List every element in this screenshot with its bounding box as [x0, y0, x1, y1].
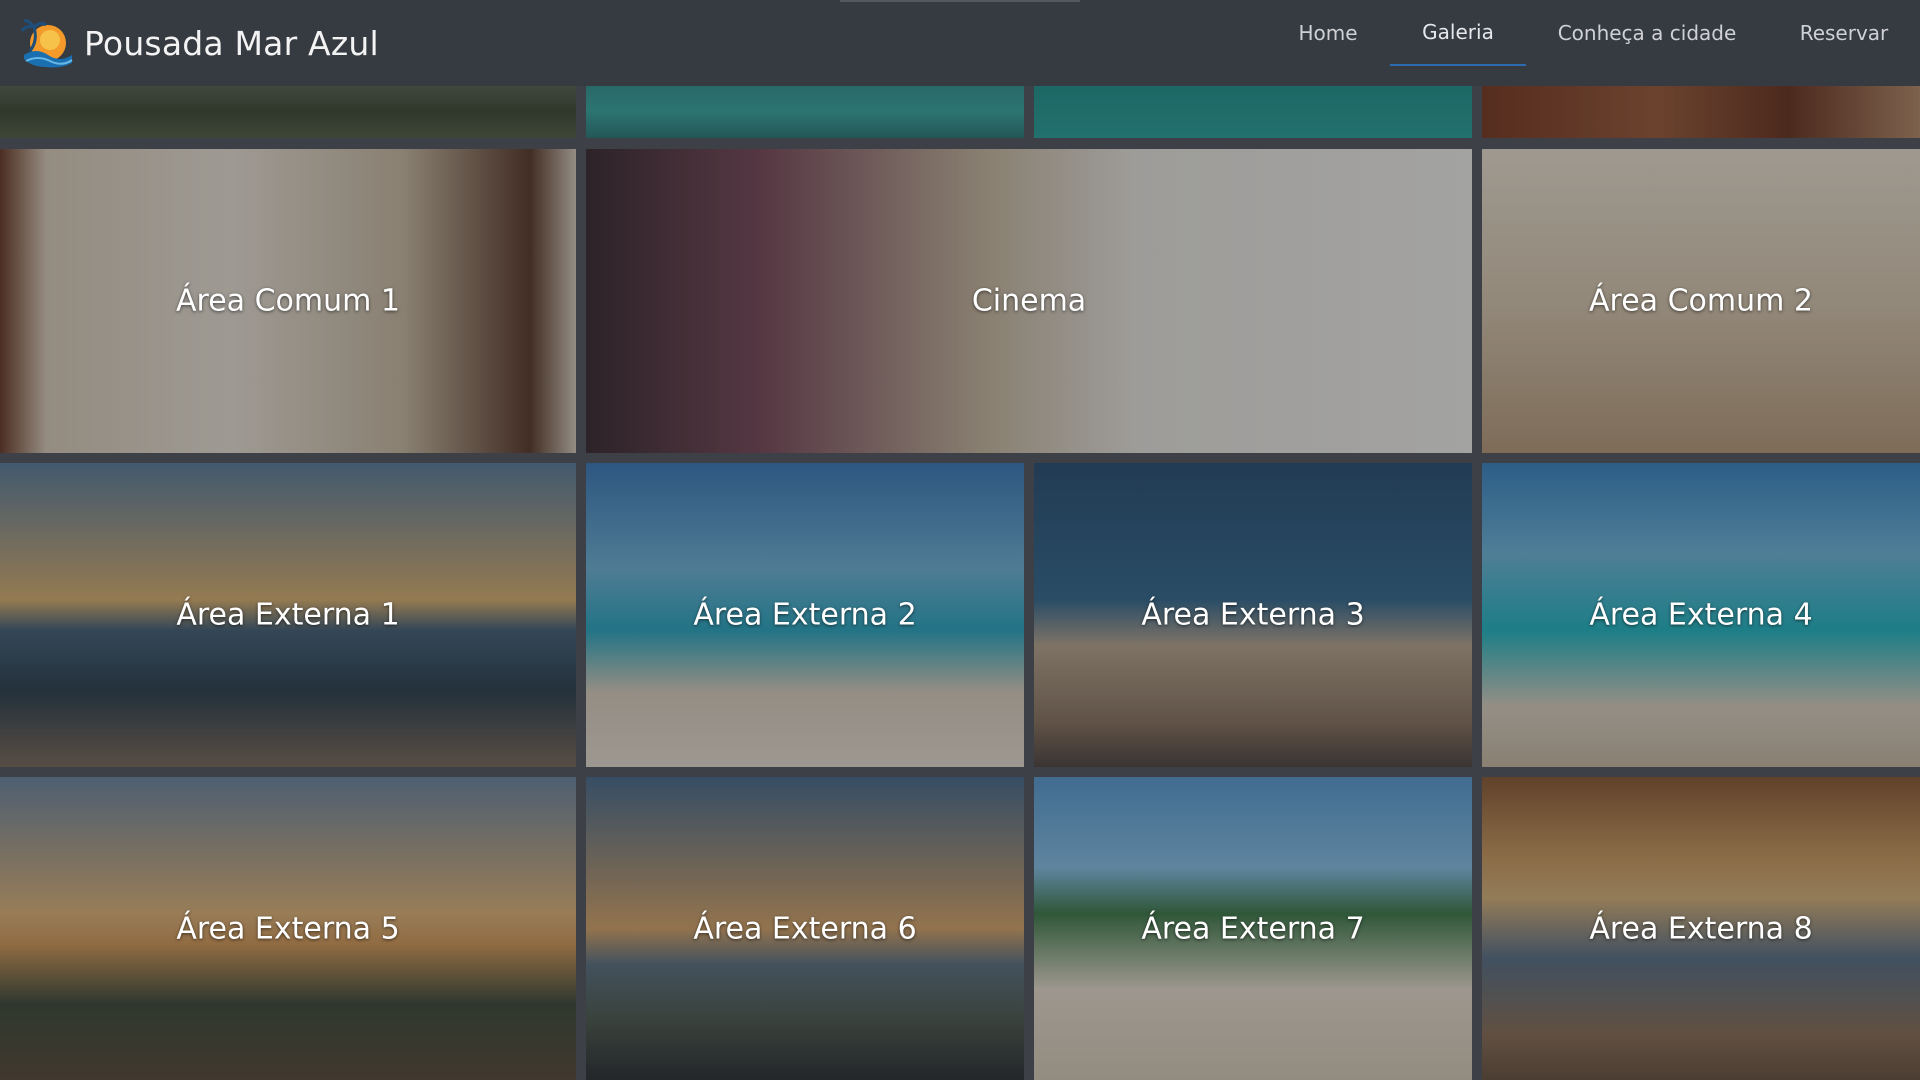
gallery-tile-area-externa-4[interactable]: Área Externa 4: [1482, 463, 1920, 767]
gallery-tile-label: Área Externa 5: [176, 911, 400, 946]
photo-gallery: Área Comum 1 Cinema Área Comum 2 Área Ex…: [0, 0, 1920, 1080]
gallery-tile-cinema[interactable]: Cinema: [586, 149, 1472, 453]
brand-home-link[interactable]: Pousada Mar Azul: [16, 13, 379, 73]
gallery-tile-area-externa-3[interactable]: Área Externa 3: [1034, 463, 1472, 767]
gallery-tile-label: Área Externa 8: [1589, 911, 1813, 946]
gallery-tile-label: Área Externa 6: [693, 911, 917, 946]
gallery-tile-label: Área Externa 2: [693, 597, 917, 633]
gallery-tile-label: Área Externa 4: [1589, 597, 1813, 633]
gallery-tile-area-externa-5[interactable]: Área Externa 5: [0, 777, 576, 1080]
gallery-tile-label: Cinema: [971, 283, 1087, 319]
gallery-tile-area-comum-2[interactable]: Área Comum 2: [1482, 149, 1920, 453]
nav-reservar[interactable]: Reservar: [1790, 0, 1898, 66]
gallery-tile-area-externa-2[interactable]: Área Externa 2: [586, 463, 1024, 767]
sun-palm-wave-logo-icon: [20, 19, 73, 68]
gallery-tile-area-externa-6[interactable]: Área Externa 6: [586, 777, 1024, 1080]
scroll-indicator: [840, 0, 1080, 2]
nav-conheca-a-cidade[interactable]: Conheça a cidade: [1548, 0, 1746, 66]
gallery-tile-label: Área Externa 1: [176, 597, 400, 633]
gallery-tile-label: Área Comum 2: [1589, 283, 1813, 319]
gallery-tile-area-comum-1[interactable]: Área Comum 1: [0, 149, 576, 453]
nav-home[interactable]: Home: [1290, 0, 1366, 66]
gallery-tile-label: Área Externa 7: [1141, 911, 1365, 946]
gallery-tile-area-externa-8[interactable]: Área Externa 8: [1482, 777, 1920, 1080]
top-navbar: Pousada Mar Azul Home Galeria Conheça a …: [0, 0, 1920, 86]
brand-name: Pousada Mar Azul: [84, 23, 379, 63]
gallery-tile-label: Área Externa 3: [1141, 597, 1365, 633]
gallery-tile-area-externa-1[interactable]: Área Externa 1: [0, 463, 576, 767]
gallery-tile-label: Área Comum 1: [176, 283, 400, 319]
nav-galeria[interactable]: Galeria: [1390, 0, 1526, 66]
gallery-tile-area-externa-7[interactable]: Área Externa 7: [1034, 777, 1472, 1080]
